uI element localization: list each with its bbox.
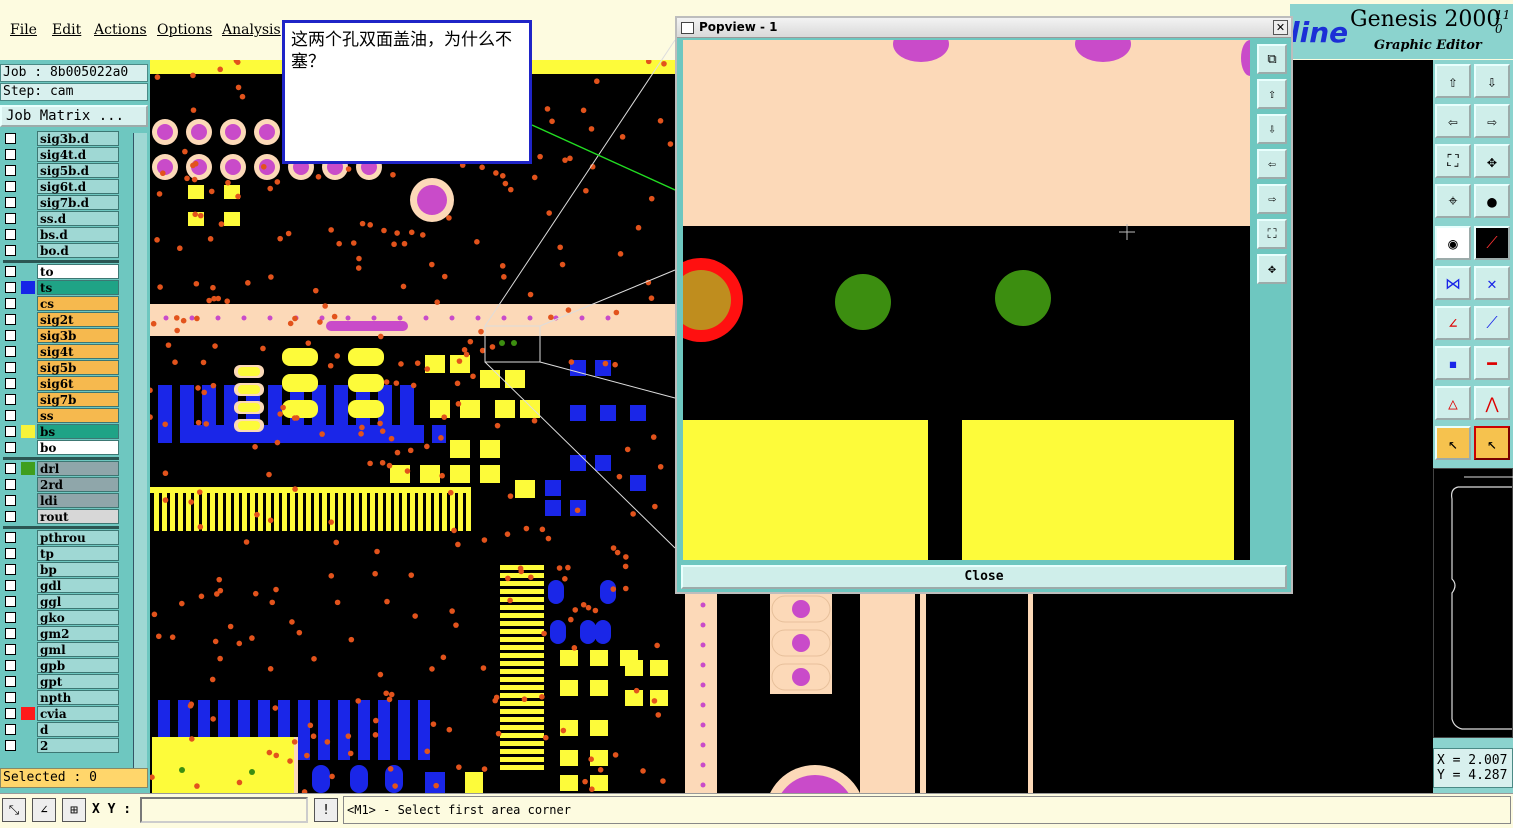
pan-right-icon[interactable]: ⇨ (1474, 104, 1510, 138)
alert-icon[interactable]: ! (314, 798, 338, 822)
popview-canvas[interactable] (683, 40, 1250, 560)
window-menu-icon[interactable] (681, 22, 694, 34)
zoom-out-icon[interactable]: ⇩ (1474, 64, 1510, 98)
pad (962, 420, 1234, 560)
popview-close-button[interactable]: Close (681, 565, 1287, 589)
drill-hole (835, 274, 891, 330)
x-coordinate: X = 2.007 (1437, 753, 1508, 768)
net-icon[interactable]: ⋈ (1435, 266, 1471, 300)
drill-hole (995, 270, 1051, 326)
zoom-area-box (484, 325, 541, 363)
close-icon[interactable]: ✕ (1273, 20, 1288, 35)
triangle-icon[interactable]: △ (1435, 386, 1471, 420)
zoom-line (484, 39, 676, 327)
xy-input[interactable] (140, 797, 308, 823)
cross-icon[interactable]: ✕ (1474, 266, 1510, 300)
zoom-line (539, 269, 676, 327)
board-outline (1451, 476, 1513, 730)
crosshair-icon (1119, 224, 1135, 240)
zoom-in-icon[interactable]: ⇧ (1435, 64, 1471, 98)
pv-pan-right-icon[interactable]: ⇨ (1257, 184, 1287, 214)
zoom-line (539, 361, 676, 399)
angle-icon[interactable]: ∠ (32, 798, 56, 822)
pad-icon[interactable]: ▪ (1435, 346, 1471, 380)
draw-icon[interactable]: ⟋ (1474, 226, 1510, 260)
pointer2-icon[interactable]: ↖ (1474, 426, 1510, 460)
line-icon[interactable]: ∠ (1435, 306, 1471, 340)
popview-window: Popview - 1 ✕ ⧉ ⇧ ⇩ ⇦ ⇨ ⛶ ✥ Close (675, 16, 1293, 594)
center-icon[interactable]: ✥ (1474, 144, 1510, 178)
bar-icon[interactable]: ━ (1474, 346, 1510, 380)
select-icon[interactable]: ◉ (1435, 226, 1471, 260)
pv-zoom-in-icon[interactable]: ⇧ (1257, 79, 1287, 109)
pv-fit-icon[interactable]: ⛶ (1257, 219, 1287, 249)
measure-icon[interactable]: ⌖ (1435, 184, 1471, 218)
popview-toolbar: ⧉ ⇧ ⇩ ⇦ ⇨ ⛶ ✥ (1255, 40, 1289, 560)
popview-title: Popview - 1 (699, 20, 778, 34)
y-coordinate: Y = 4.287 (1437, 768, 1508, 783)
zoom-box-icon[interactable]: ⤡ (2, 798, 26, 822)
mask-region (683, 40, 1250, 226)
popview-titlebar[interactable]: Popview - 1 ✕ (677, 18, 1291, 38)
grid-icon[interactable]: ⊞ (62, 798, 86, 822)
pointer-icon[interactable]: ↖ (1435, 426, 1471, 460)
triangle2-icon[interactable]: ⋀ (1474, 386, 1510, 420)
popview-artwork (683, 40, 1250, 560)
cursor-coordinates: X = 2.007 Y = 4.287 (1433, 748, 1513, 788)
pad (683, 420, 928, 560)
status-message: <M1> - Select first area corner (343, 796, 1511, 824)
fit-icon[interactable]: ⛶ (1435, 144, 1471, 178)
status-bar: ⤡ ∠ ⊞ X Y : ! <M1> - Select first area c… (0, 793, 1513, 828)
pv-pan-left-icon[interactable]: ⇦ (1257, 149, 1287, 179)
line2-icon[interactable]: ⟋ (1474, 306, 1510, 340)
snap-icon[interactable]: ● (1474, 184, 1510, 218)
pv-zoom-icon[interactable]: ⧉ (1257, 44, 1287, 74)
xy-label: X Y : (92, 802, 132, 817)
pv-center-icon[interactable]: ✥ (1257, 254, 1287, 284)
overview-map[interactable] (1433, 468, 1513, 738)
pv-zoom-out-icon[interactable]: ⇩ (1257, 114, 1287, 144)
tool-panel: ⇧ ⇩ ⇦ ⇨ ⛶ ✥ ⌖ ● ◉ ⟋ ⋈ ✕ ∠ ⟋ ▪ ━ △ ⋀ ↖ ↖ … (1433, 60, 1513, 793)
pan-left-icon[interactable]: ⇦ (1435, 104, 1471, 138)
